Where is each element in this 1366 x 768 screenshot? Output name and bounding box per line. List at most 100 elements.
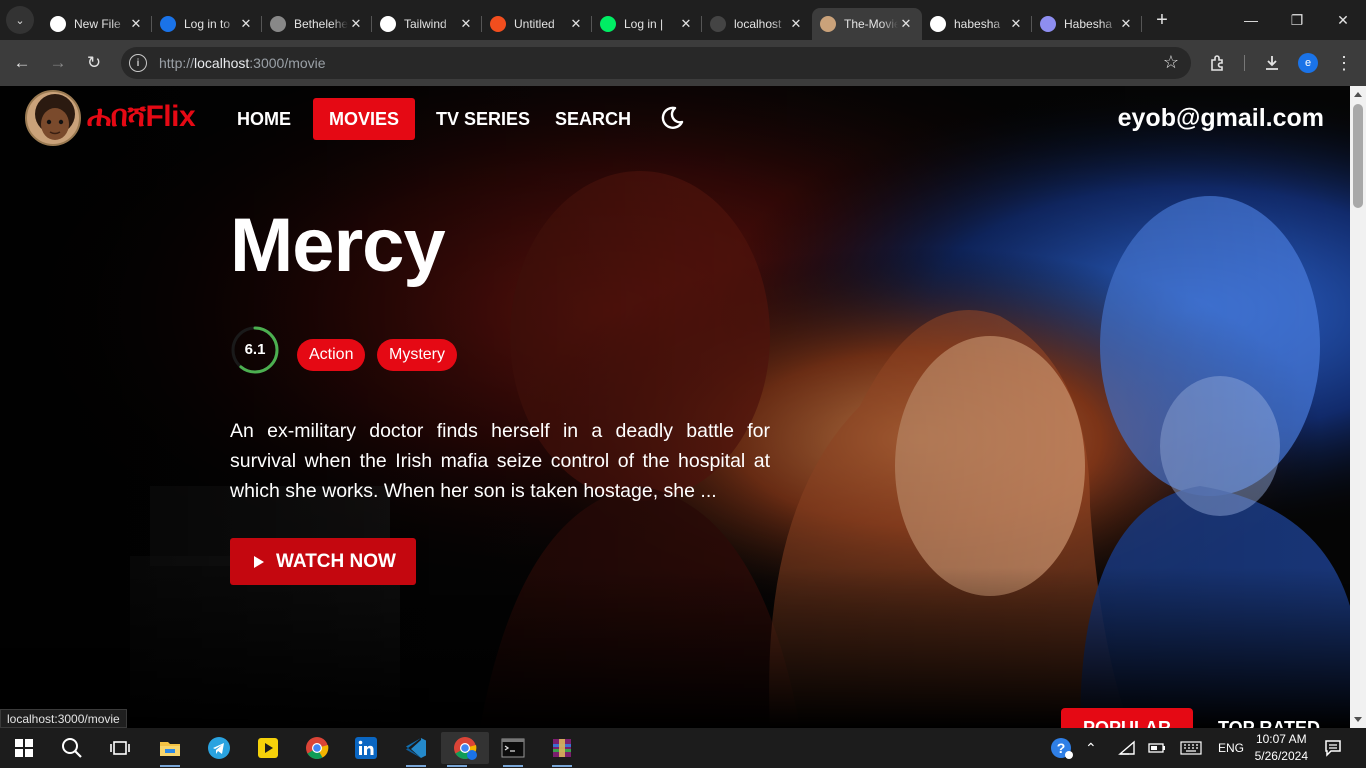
site-logo-text[interactable]: ሐበሻFlix <box>87 100 196 134</box>
browser-tab-label: Log in to <box>184 17 231 31</box>
forward-button[interactable]: → <box>40 45 76 81</box>
battery-icon[interactable] <box>1148 728 1166 768</box>
nav-home[interactable]: HOME <box>221 98 307 140</box>
browser-tab[interactable]: Log in to ✕ <box>152 8 262 40</box>
url-path: :3000/movie <box>249 55 326 71</box>
notifications-icon[interactable] <box>1324 728 1342 768</box>
address-bar[interactable]: i http://localhost:3000/movie ☆ <box>121 47 1191 79</box>
browser-tab[interactable]: New File ✕ <box>42 8 152 40</box>
winrar-icon[interactable] <box>546 732 578 767</box>
openai-icon <box>380 16 396 32</box>
github-icon <box>710 16 726 32</box>
site-icon <box>270 16 286 32</box>
mongodb-icon <box>600 16 616 32</box>
watch-now-button[interactable]: WATCH NOW <box>230 538 416 585</box>
nav-tv-series[interactable]: TV SERIES <box>420 98 546 140</box>
discord-icon <box>1040 16 1056 32</box>
tab-search-button[interactable]: ⌄ <box>6 6 34 34</box>
help-tray-icon[interactable]: ? <box>1050 728 1074 768</box>
linkedin-icon[interactable] <box>350 732 382 764</box>
browser-tab-label: Habesha <box>1064 17 1113 31</box>
browser-tab[interactable]: Bethelehem✕ <box>262 8 372 40</box>
browser-tab-label: Tailwind <box>404 17 447 31</box>
show-hidden-icons-chevron-icon[interactable]: ⌃ <box>1085 728 1097 768</box>
new-tab-button[interactable]: + <box>1148 6 1176 34</box>
nav-movies[interactable]: MOVIES <box>313 98 416 140</box>
keyboard-icon[interactable] <box>1180 728 1202 768</box>
github-icon <box>50 16 66 32</box>
scroll-down-arrow-icon[interactable] <box>1354 717 1362 722</box>
url-scheme: http:// <box>159 55 195 71</box>
browser-tab[interactable]: Habesha ✕ <box>1032 8 1142 40</box>
search-icon[interactable] <box>56 732 88 764</box>
page-scrollbar[interactable] <box>1350 86 1366 728</box>
close-tab-icon[interactable]: ✕ <box>788 16 804 32</box>
close-tab-icon[interactable]: ✕ <box>898 16 914 32</box>
browser-tab[interactable]: localhost ✕ <box>702 8 812 40</box>
scroll-thumb[interactable] <box>1353 104 1363 208</box>
browser-menu-icon[interactable]: ⋮ <box>1328 47 1360 79</box>
vscode-icon[interactable] <box>400 732 432 767</box>
site-info-icon[interactable]: i <box>129 54 147 72</box>
close-tab-icon[interactable]: ✕ <box>568 16 584 32</box>
maximize-button[interactable]: ❐ <box>1274 0 1320 40</box>
language-indicator[interactable]: ENG <box>1218 728 1244 768</box>
screen: ⌄ New File✕Log in to✕Bethelehem✕Tailwind… <box>0 0 1366 768</box>
hero-backdrop-image <box>0 86 1350 728</box>
back-button[interactable]: ← <box>4 45 40 81</box>
close-tab-icon[interactable]: ✕ <box>348 16 364 32</box>
bookmark-star-icon[interactable]: ☆ <box>1163 52 1179 73</box>
extensions-icon[interactable] <box>1202 47 1234 79</box>
genre-tag-action[interactable]: Action <box>297 339 366 371</box>
top-rated-tab[interactable]: TOP RATED <box>1196 708 1342 729</box>
dark-mode-toggle-icon[interactable] <box>659 105 685 131</box>
wifi-icon[interactable] <box>1118 728 1136 768</box>
terminal-icon[interactable] <box>497 732 529 767</box>
reload-button[interactable]: ↻ <box>76 45 112 81</box>
chrome-profile-icon[interactable] <box>441 732 489 767</box>
scroll-up-arrow-icon[interactable] <box>1354 92 1362 97</box>
web-page: ሐበሻFlix HOME MOVIES TV SERIES SEARCH eyo… <box>0 86 1350 728</box>
logo-avatar-icon[interactable] <box>25 90 81 146</box>
telegram-icon[interactable] <box>203 732 235 764</box>
downloads-icon[interactable] <box>1256 47 1288 79</box>
genre-tag-mystery[interactable]: Mystery <box>377 339 457 371</box>
media-player-icon[interactable] <box>252 732 284 764</box>
browser-tab[interactable]: Untitled ✕ <box>482 8 592 40</box>
system-clock[interactable]: 10:07 AM 5/26/2024 <box>1255 731 1308 765</box>
profile-button[interactable]: e <box>1292 47 1324 79</box>
google-icon <box>930 16 946 32</box>
browser-tab[interactable]: The-Movie ✕ <box>812 8 922 40</box>
minimize-button[interactable]: — <box>1228 0 1274 40</box>
browser-tab[interactable]: Log in | ✕ <box>592 8 702 40</box>
movie-overview: An ex-military doctor finds herself in a… <box>230 420 770 502</box>
user-email[interactable]: eyob@gmail.com <box>1118 104 1324 133</box>
close-tab-icon[interactable]: ✕ <box>238 16 254 32</box>
toolbar-divider <box>1244 55 1245 71</box>
close-tab-icon[interactable]: ✕ <box>1118 16 1134 32</box>
clock-date: 5/26/2024 <box>1254 749 1308 763</box>
movie-title: Mercy <box>230 203 446 288</box>
close-tab-icon[interactable]: ✕ <box>678 16 694 32</box>
file-explorer-icon[interactable] <box>154 732 186 767</box>
clock-time: 10:07 AM <box>1255 732 1307 746</box>
close-tab-icon[interactable]: ✕ <box>458 16 474 32</box>
windows-start-icon[interactable] <box>8 732 40 764</box>
browser-tab[interactable]: Tailwind ✕ <box>372 8 482 40</box>
task-view-icon[interactable] <box>104 732 136 764</box>
figma-icon <box>490 16 506 32</box>
browser-tab-label: New File <box>74 17 121 31</box>
browser-tab-label: Untitled <box>514 17 555 31</box>
close-window-button[interactable]: ✕ <box>1320 0 1366 40</box>
nav-search[interactable]: SEARCH <box>539 98 647 140</box>
chrome-icon[interactable] <box>301 732 333 764</box>
svg-text:?: ? <box>1057 740 1066 756</box>
play-icon <box>254 555 264 568</box>
popular-tab[interactable]: POPULAR <box>1061 708 1194 728</box>
close-tab-icon[interactable]: ✕ <box>1008 16 1024 32</box>
close-tab-icon[interactable]: ✕ <box>128 16 144 32</box>
watch-now-label: WATCH NOW <box>276 550 396 572</box>
tab-list: New File✕Log in to✕Bethelehem✕Tailwind✕U… <box>42 0 1142 40</box>
browser-tab[interactable]: habesha ✕ <box>922 8 1032 40</box>
address-url[interactable]: http://localhost:3000/movie <box>159 55 326 71</box>
